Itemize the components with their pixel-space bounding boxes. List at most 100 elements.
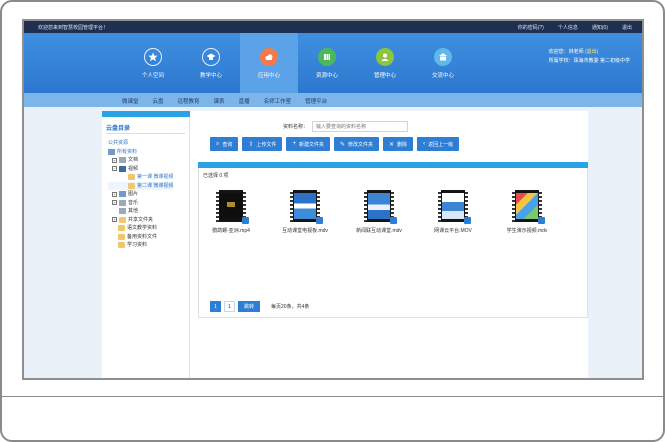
back-button[interactable]: ‹ 返回上一级 (417, 137, 460, 151)
new-folder-button[interactable]: + 新建文件夹 (286, 137, 330, 151)
nav-personal[interactable]: 个人空间 (124, 33, 182, 93)
tree-item[interactable]: 第一课 微课视频 (108, 173, 173, 182)
tree-item[interactable]: + 文档 (108, 156, 173, 165)
expand-icon[interactable]: + (112, 157, 117, 163)
logout-link[interactable]: 退出 (622, 24, 632, 31)
plus-icon: + (292, 141, 296, 147)
cloud-icon (260, 47, 278, 66)
content-area: 云盘目录 公共资源 所有资料 + 文档 − 视频 第一课 微课视频 第二课 微课视频… (102, 111, 588, 378)
graduation-cap-icon (202, 47, 220, 66)
subnav-schedule[interactable]: 课表 (214, 97, 225, 105)
school-name: 所属学校：珠海市教委 第二初级中学 (548, 58, 630, 64)
tree-item[interactable]: 语文教学资料 (108, 224, 173, 233)
tree-item[interactable]: 备用资料文件 (108, 233, 173, 242)
page-input[interactable]: 1 (224, 301, 235, 312)
doc-icon (119, 208, 126, 215)
tree-item[interactable]: − 视频 (108, 165, 173, 174)
sidebar-accent (102, 111, 190, 117)
search-input[interactable] (312, 121, 409, 132)
file-name: 新闻联互动课堂.mdv (356, 228, 402, 234)
public-resources-link[interactable]: 公共资源 (108, 139, 173, 148)
nav-communication[interactable]: 交流中心 (414, 33, 472, 93)
video-thumbnail (364, 190, 397, 224)
upload-button[interactable]: ⇧ 上传文件 (242, 137, 283, 151)
button-label: 上传文件 (256, 141, 277, 148)
expand-icon[interactable]: + (112, 191, 117, 197)
notice-link[interactable]: 通知(0) (592, 24, 608, 31)
star-icon (144, 47, 162, 66)
subnav-microclass[interactable]: 微课堂 (122, 97, 139, 105)
password-link[interactable]: 你的密码(?) (518, 24, 544, 31)
top-bar: 欢迎您来到智慧校园管理平台！ 你的密码(?) 个人信息 通知(0) 退出 (24, 21, 642, 33)
pagination: 1 1 跳转 每页20条，共4条 (210, 301, 309, 312)
expand-icon[interactable]: + (112, 217, 117, 223)
nav-label: 应用中心 (257, 72, 280, 79)
nav-label: 个人空间 (141, 72, 164, 79)
nav-label: 教学中心 (199, 72, 222, 79)
tree-label: 其他 (128, 208, 139, 214)
doc-icon (119, 157, 126, 164)
video-icon (119, 165, 126, 172)
expand-icon[interactable]: + (112, 200, 117, 206)
search-button[interactable]: ⌕ 查询 (210, 137, 239, 151)
tree-item[interactable]: 其他 (108, 207, 173, 216)
page-button[interactable]: 1 (210, 301, 221, 312)
tree-label: 共享文件夹 (128, 216, 154, 223)
file-item[interactable]: 新闻联互动课堂.mdv (353, 190, 405, 234)
go-button[interactable]: 跳转 (238, 301, 261, 312)
file-name: 学生演示视频.mdv (506, 228, 548, 234)
video-badge-icon (390, 217, 397, 224)
folder-icon (128, 174, 135, 181)
file-name: 网课云平台.MOV (434, 228, 472, 234)
user-icon (376, 47, 394, 66)
app-screen: 欢迎您来到智慧校园管理平台！ 你的密码(?) 个人信息 通知(0) 退出 个人空… (22, 19, 644, 380)
profile-link[interactable]: 个人信息 (558, 24, 578, 31)
file-item[interactable]: 鹦鹉螺-亚洲.mp4 (205, 190, 257, 234)
tree-item-selected[interactable]: 第二课 微课视频 (108, 181, 174, 190)
picture-icon (119, 191, 126, 198)
tree-label: 第二课 微课视频 (137, 182, 174, 189)
frame-divider (2, 396, 663, 397)
folder-icon (128, 182, 135, 189)
file-item[interactable]: 互动课堂电视板.mdv (279, 190, 331, 234)
tree-item[interactable]: + 共享文件夹 (108, 216, 173, 225)
grid-icon (318, 47, 336, 66)
tree-label: 图片 (128, 191, 139, 197)
video-thumbnail (290, 190, 323, 224)
toolbar: ⌕ 查询 ⇧ 上传文件 + 新建文件夹 ✎ 修改文件夹 ✕ 删除 ‹ 返回上一级 (210, 137, 460, 151)
delete-button[interactable]: ✕ 删除 (383, 137, 414, 151)
nav-management[interactable]: 管理中心 (356, 33, 414, 93)
video-thumbnail (438, 190, 471, 224)
rename-folder-button[interactable]: ✎ 修改文件夹 (333, 137, 380, 151)
nav-resources[interactable]: 资源中心 (298, 33, 356, 93)
tree-item[interactable]: + 图片 (108, 190, 173, 199)
nav-apps[interactable]: 应用中心 (240, 33, 298, 93)
button-label: 返回上一级 (428, 141, 454, 148)
subnav-remote[interactable]: 远程教育 (178, 97, 200, 105)
subnav-admin[interactable]: 管理平台 (305, 97, 327, 105)
video-badge-icon (242, 217, 249, 224)
file-item[interactable]: 学生演示视频.mdv (501, 190, 553, 234)
main-header: 个人空间 教学中心 应用中心 资源中心 管理中心 交流中心 欢迎您：林老师 (退… (24, 33, 642, 93)
file-item[interactable]: 网课云平台.MOV (427, 190, 479, 234)
tree-item[interactable]: + 音乐 (108, 199, 173, 208)
sub-nav: 微课堂 云盘 远程教育 课表 直播 名师工作室 管理平台 (24, 93, 642, 107)
tree-item[interactable]: 学习资料 (108, 241, 173, 250)
tree-label: 音乐 (128, 199, 139, 206)
collapse-icon[interactable]: − (112, 166, 117, 172)
tree-item[interactable]: 所有资料 (108, 148, 173, 157)
subnav-live[interactable]: 直播 (239, 97, 250, 105)
selected-count: 已选择 0 项 (203, 173, 229, 179)
logout-link-small[interactable]: (退出) (585, 49, 598, 55)
subnav-studio[interactable]: 名师工作室 (264, 97, 292, 105)
search-label: 资料名称： (283, 124, 309, 130)
button-label: 新建文件夹 (298, 141, 324, 148)
file-grid: 鹦鹉螺-亚洲.mp4 互动课堂电视板.mdv 新闻联互动课堂.mdv 网课云平台… (205, 190, 553, 234)
video-thumbnail (512, 190, 545, 224)
search-row: 资料名称： (283, 121, 409, 132)
video-badge-icon (538, 217, 545, 224)
video-thumbnail (216, 190, 249, 224)
top-links: 你的密码(?) 个人信息 通知(0) 退出 (518, 24, 632, 31)
nav-teaching[interactable]: 教学中心 (182, 33, 240, 93)
subnav-clouddisk[interactable]: 云盘 (153, 97, 164, 105)
